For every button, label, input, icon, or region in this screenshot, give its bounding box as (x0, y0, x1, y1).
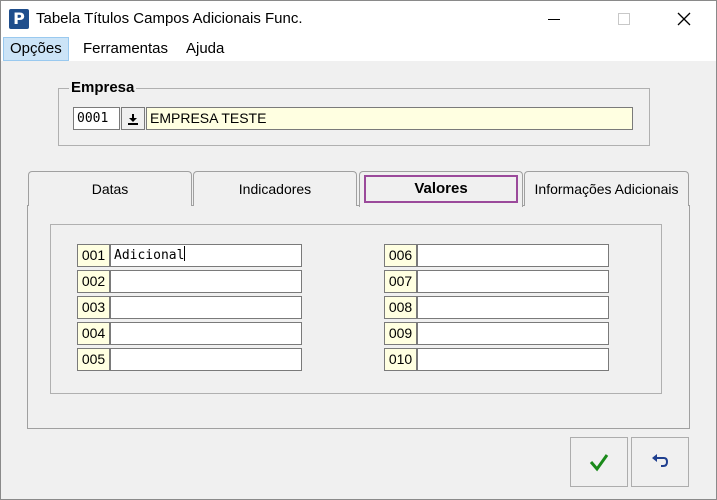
valor-number: 006 (384, 244, 417, 267)
check-icon (589, 454, 609, 472)
tab-indicadores[interactable]: Indicadores (193, 171, 357, 206)
valor-field[interactable] (110, 296, 302, 319)
cancel-button[interactable] (631, 437, 689, 487)
valor-field[interactable]: Adicional (110, 244, 302, 267)
main-window: P Tabela Títulos Campos Adicionais Func.… (0, 0, 717, 500)
close-button[interactable] (661, 1, 707, 37)
valor-number: 010 (384, 348, 417, 371)
valor-field[interactable] (417, 348, 609, 371)
menu-bar: Opções Ferramentas Ajuda (1, 37, 716, 61)
menu-ajuda[interactable]: Ajuda (180, 37, 230, 61)
valor-field[interactable] (110, 270, 302, 293)
valor-number: 009 (384, 322, 417, 345)
valor-field[interactable] (110, 322, 302, 345)
valor-number: 005 (77, 348, 110, 371)
valor-number: 007 (384, 270, 417, 293)
maximize-icon (618, 13, 630, 25)
tab-valores-label: Valores (364, 175, 518, 203)
valor-number: 003 (77, 296, 110, 319)
confirm-button[interactable] (570, 437, 628, 487)
tab-informacoes-label: Informações Adicionais (534, 181, 679, 197)
text-caret (184, 246, 186, 261)
valor-field[interactable] (110, 348, 302, 371)
menu-ferramentas[interactable]: Ferramentas (77, 37, 174, 61)
empresa-code-field[interactable]: 0001 (73, 107, 120, 130)
menu-opcoes[interactable]: Opções (3, 37, 69, 61)
tab-indicadores-label: Indicadores (238, 181, 312, 197)
download-arrow-icon (128, 113, 138, 125)
empresa-lookup-button[interactable] (121, 107, 145, 130)
valor-number: 004 (77, 322, 110, 345)
close-icon (677, 12, 691, 26)
tab-valores[interactable]: Valores (359, 171, 523, 207)
valor-number: 008 (384, 296, 417, 319)
valor-field[interactable] (417, 244, 609, 267)
maximize-button[interactable] (601, 1, 647, 37)
valor-field[interactable] (417, 296, 609, 319)
window-title: Tabela Títulos Campos Adicionais Func. (36, 10, 303, 27)
valor-number: 001 (77, 244, 110, 267)
minimize-button[interactable] (531, 1, 577, 37)
undo-icon (652, 454, 669, 467)
valor-field[interactable] (417, 270, 609, 293)
minimize-icon (548, 18, 560, 20)
tab-datas-label: Datas (91, 181, 129, 197)
empresa-label: Empresa (69, 79, 137, 96)
tab-datas[interactable]: Datas (28, 171, 192, 206)
empresa-name-field[interactable]: EMPRESA TESTE (146, 107, 633, 130)
title-bar: P Tabela Títulos Campos Adicionais Func. (1, 1, 716, 37)
valor-text: Adicional (114, 248, 185, 263)
valor-number: 002 (77, 270, 110, 293)
valor-field[interactable] (417, 322, 609, 345)
app-p-icon: P (9, 9, 29, 29)
tab-informacoes-adicionais[interactable]: Informações Adicionais (524, 171, 689, 206)
